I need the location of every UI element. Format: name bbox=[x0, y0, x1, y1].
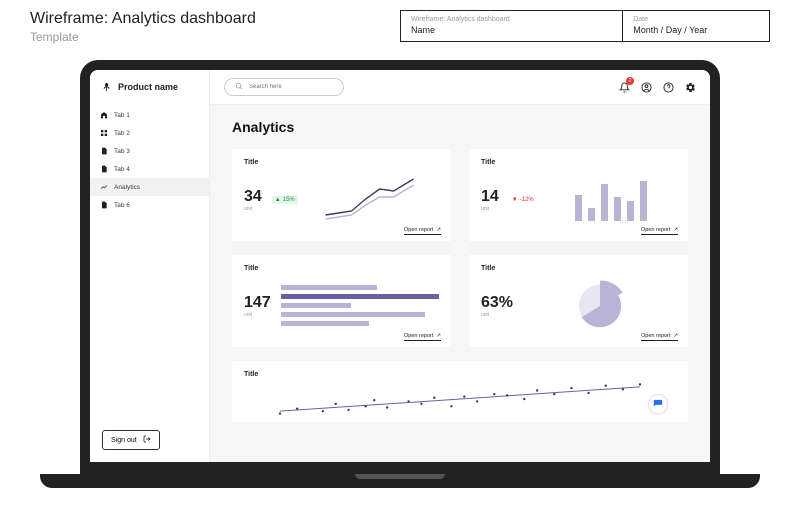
sprout-icon bbox=[102, 82, 112, 92]
metric-value: 63% bbox=[481, 294, 513, 312]
external-link-icon: ↗ bbox=[436, 227, 441, 233]
search-box[interactable] bbox=[224, 78, 344, 96]
card-title: Title bbox=[244, 371, 676, 378]
notifications-button[interactable]: 2 bbox=[618, 81, 630, 93]
scatter-chart-icon bbox=[244, 378, 676, 420]
sign-out-icon bbox=[143, 435, 151, 445]
chat-icon bbox=[653, 399, 663, 409]
settings-button[interactable] bbox=[684, 81, 696, 93]
metric-unit: unit bbox=[244, 312, 271, 318]
external-link-icon: ↗ bbox=[436, 333, 441, 339]
laptop-notch bbox=[355, 474, 445, 479]
search-input[interactable] bbox=[249, 84, 333, 90]
sidebar-item-label: Tab 4 bbox=[114, 166, 130, 173]
delta-badge: ▲ 15% bbox=[272, 196, 298, 204]
meta-box: Wireframe: Analytics dashboard Name Date… bbox=[400, 10, 770, 42]
metric-unit: unit bbox=[244, 206, 262, 212]
bar bbox=[614, 197, 621, 221]
line-chart-icon bbox=[308, 175, 439, 225]
user-button[interactable] bbox=[640, 81, 652, 93]
bar bbox=[601, 184, 608, 220]
meta-wireframe-label: Wireframe: Analytics dashboard bbox=[411, 16, 612, 23]
search-icon bbox=[235, 82, 243, 92]
external-link-icon: ↗ bbox=[673, 333, 678, 339]
metric-unit: unit bbox=[481, 312, 513, 318]
sidebar: Product name Tab 1 Tab 2 Tab 3 Tab 4 Analyti… bbox=[90, 70, 210, 462]
delta-badge: ▼ -12% bbox=[509, 196, 537, 204]
card-metric-bars: Title 14 unit ▼ -12% bbox=[469, 149, 688, 241]
laptop-base bbox=[40, 474, 760, 488]
sidebar-item-1[interactable]: Tab 2 bbox=[90, 124, 209, 142]
hbar bbox=[281, 312, 425, 317]
topbar: 2 bbox=[210, 70, 710, 105]
chart-icon bbox=[100, 183, 108, 191]
meta-date-value: Month / Day / Year bbox=[633, 25, 759, 35]
chat-fab[interactable] bbox=[648, 394, 668, 414]
brand-name: Product name bbox=[118, 82, 178, 92]
grid-icon bbox=[100, 129, 108, 137]
meta-name-label: Name bbox=[411, 25, 612, 35]
hbar bbox=[281, 303, 351, 308]
card-metric-line: Title 34 unit ▲ 15% bbox=[232, 149, 451, 241]
doc-icon bbox=[100, 147, 108, 155]
bar bbox=[575, 195, 582, 220]
sign-out-button[interactable]: Sign out bbox=[102, 430, 160, 450]
open-report-link[interactable]: Open report ↗ bbox=[641, 227, 678, 235]
card-title: Title bbox=[481, 159, 676, 166]
laptop-frame: Product name Tab 1 Tab 2 Tab 3 Tab 4 Analyti… bbox=[80, 60, 720, 480]
sidebar-item-3[interactable]: Tab 4 bbox=[90, 160, 209, 178]
sidebar-item-label: Tab 1 bbox=[114, 112, 130, 119]
meta-date-label: Date bbox=[633, 16, 759, 23]
sidebar-item-4[interactable]: Analytics bbox=[90, 178, 209, 196]
sidebar-item-5[interactable]: Tab 6 bbox=[90, 196, 209, 214]
page-subtitle: Template bbox=[30, 30, 370, 44]
page-heading: Analytics bbox=[232, 119, 688, 135]
hbar-chart-icon bbox=[281, 285, 439, 326]
hbar bbox=[281, 285, 378, 290]
open-report-link[interactable]: Open report ↗ bbox=[404, 227, 441, 235]
hbar bbox=[281, 294, 439, 299]
open-report-link[interactable]: Open report ↗ bbox=[404, 333, 441, 341]
hbar bbox=[281, 321, 369, 326]
metric-value: 147 bbox=[244, 294, 271, 312]
bar-chart-icon bbox=[547, 179, 676, 221]
metric-value: 14 bbox=[481, 188, 499, 206]
card-title: Title bbox=[481, 265, 676, 272]
sidebar-item-0[interactable]: Tab 1 bbox=[90, 106, 209, 124]
brand: Product name bbox=[90, 70, 209, 106]
doc-icon bbox=[100, 165, 108, 173]
notifications-badge: 2 bbox=[626, 77, 634, 85]
metric-unit: unit bbox=[481, 206, 499, 212]
bar bbox=[627, 201, 634, 221]
arrow-up-icon: ▲ bbox=[275, 197, 281, 203]
help-button[interactable] bbox=[662, 81, 674, 93]
main-area: 2 Analytics bbox=[210, 70, 710, 462]
sidebar-item-label: Tab 3 bbox=[114, 148, 130, 155]
card-metric-donut: Title 63% unit bbox=[469, 255, 688, 347]
sidebar-item-label: Tab 2 bbox=[114, 130, 130, 137]
card-metric-hbars: Title 147 unit Open report ↗ bbox=[232, 255, 451, 347]
open-report-link[interactable]: Open report ↗ bbox=[641, 333, 678, 341]
pie-chart-icon bbox=[572, 278, 628, 334]
metric-value: 34 bbox=[244, 188, 262, 206]
card-title: Title bbox=[244, 159, 439, 166]
home-icon bbox=[100, 111, 108, 119]
sign-out-label: Sign out bbox=[111, 437, 137, 444]
external-link-icon: ↗ bbox=[673, 227, 678, 233]
bar bbox=[588, 208, 595, 221]
doc-icon bbox=[100, 201, 108, 209]
page-title: Wireframe: Analytics dashboard bbox=[30, 10, 370, 28]
sidebar-item-label: Analytics bbox=[114, 184, 140, 191]
card-title: Title bbox=[244, 265, 439, 272]
card-scatter-wide: Title bbox=[232, 361, 688, 422]
arrow-down-icon: ▼ bbox=[512, 197, 518, 203]
bar bbox=[640, 181, 647, 221]
sidebar-item-label: Tab 6 bbox=[114, 202, 130, 209]
sidebar-item-2[interactable]: Tab 3 bbox=[90, 142, 209, 160]
